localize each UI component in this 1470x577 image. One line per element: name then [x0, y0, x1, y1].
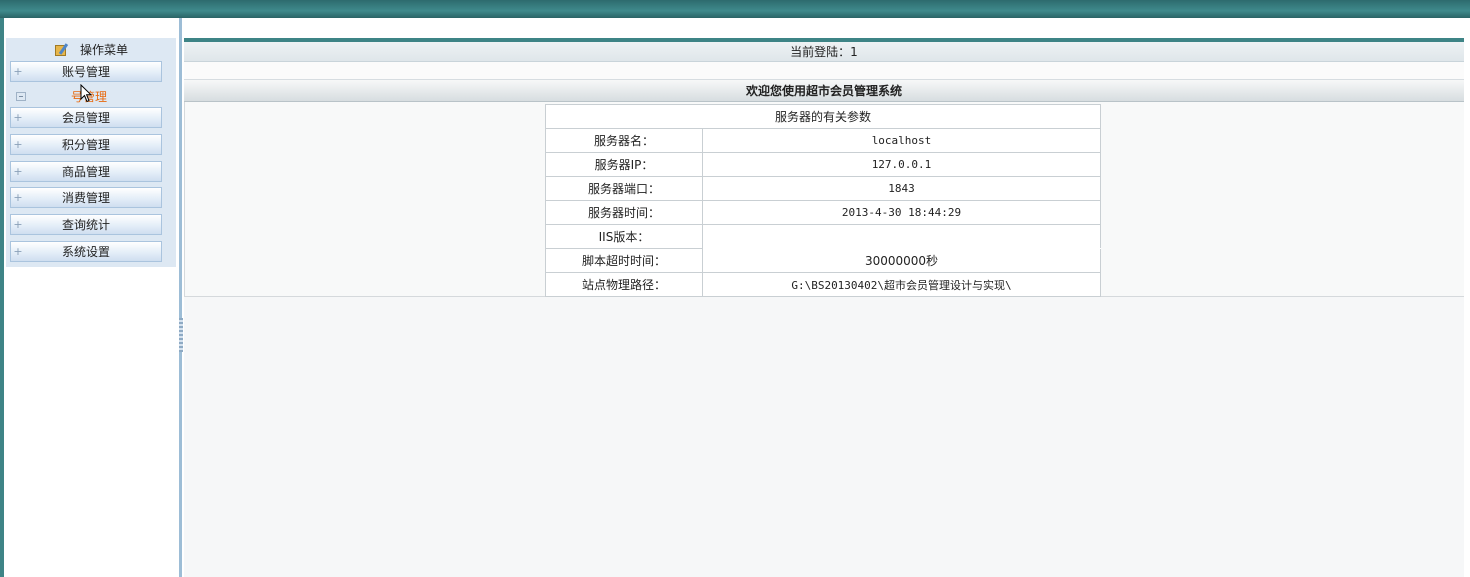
expand-plus-icon: +	[13, 138, 23, 151]
expand-plus-icon: +	[13, 245, 23, 258]
table-row: 服务器时间： 2013-4-30 18:44:29	[545, 200, 1101, 225]
sidebar-item-label: 积分管理	[61, 138, 110, 152]
welcome-bar: 欢迎您使用超市会员管理系统	[184, 80, 1464, 102]
sidebar-item-products[interactable]: + 商品管理	[10, 161, 162, 182]
table-row: 服务器端口： 1843	[545, 176, 1101, 201]
sidebar-item-label: 系统设置	[61, 245, 110, 259]
expand-plus-icon: +	[13, 165, 23, 178]
collapse-minus-icon	[16, 92, 26, 101]
menu-pencil-icon	[54, 43, 70, 56]
sidebar-item-settings[interactable]: + 系统设置	[10, 241, 162, 262]
frame-splitter-handle[interactable]	[179, 318, 183, 352]
row-value: 2013-4-30 18:44:29	[702, 200, 1101, 225]
sidebar-item-label: 消费管理	[61, 191, 110, 205]
sidebar-item-members[interactable]: + 会员管理	[10, 107, 162, 128]
expand-plus-icon: +	[13, 65, 23, 78]
sidebar-item-label: 会员管理	[61, 111, 110, 125]
sidebar-item-label: 号管理	[70, 90, 107, 104]
row-key: 服务器IP：	[545, 152, 703, 177]
table-caption: 服务器的有关参数	[545, 104, 1101, 129]
table-caption-row: 服务器的有关参数	[545, 104, 1101, 129]
sidebar-item-statistics[interactable]: + 查询统计	[10, 214, 162, 235]
row-value: 1843	[702, 176, 1101, 201]
row-value: G:\BS20130402\超市会员管理设计与实现\	[702, 272, 1101, 297]
row-value: 30000000秒	[702, 248, 1101, 273]
row-key: 服务器时间：	[545, 200, 703, 225]
spacer-row	[184, 62, 1464, 80]
row-value: localhost	[702, 128, 1101, 153]
mouse-cursor-icon	[80, 84, 92, 103]
table-row: 脚本超时时间： 30000000秒	[545, 248, 1101, 273]
top-banner	[0, 0, 1470, 18]
login-status-text: 当前登陆：1	[790, 45, 858, 59]
menu-header-label: 操作菜单	[79, 42, 128, 57]
sidebar-item-account[interactable]: + 账号管理	[10, 61, 162, 82]
row-key: 站点物理路径：	[545, 272, 703, 297]
login-status-bar: 当前登陆：1	[184, 42, 1464, 62]
welcome-title: 欢迎您使用超市会员管理系统	[745, 84, 902, 98]
lower-blank-area	[184, 297, 1464, 577]
row-value	[702, 224, 1101, 249]
table-row: IIS版本：	[545, 224, 1101, 249]
table-row: 服务器名： localhost	[545, 128, 1101, 153]
row-key: 服务器名：	[545, 128, 703, 153]
sidebar-item-label: 商品管理	[61, 165, 110, 179]
expand-plus-icon: +	[13, 111, 23, 124]
server-info-table: 服务器的有关参数 服务器名： localhost 服务器IP： 127.0.0.…	[545, 104, 1101, 297]
expand-plus-icon: +	[13, 218, 23, 231]
sidebar-item-consumption[interactable]: + 消费管理	[10, 187, 162, 208]
row-value: 127.0.0.1	[702, 152, 1101, 177]
row-key: 脚本超时时间：	[545, 248, 703, 273]
sidebar-item-label: 查询统计	[61, 218, 110, 232]
row-key: 服务器端口：	[545, 176, 703, 201]
sidebar-item-points[interactable]: + 积分管理	[10, 134, 162, 155]
row-key: IIS版本：	[545, 224, 703, 249]
sidebar-item-label: 账号管理	[61, 65, 110, 79]
expand-plus-icon: +	[13, 191, 23, 204]
menu-header: 操作菜单	[6, 40, 176, 58]
table-row: 服务器IP： 127.0.0.1	[545, 152, 1101, 177]
table-row: 站点物理路径： G:\BS20130402\超市会员管理设计与实现\	[545, 272, 1101, 297]
